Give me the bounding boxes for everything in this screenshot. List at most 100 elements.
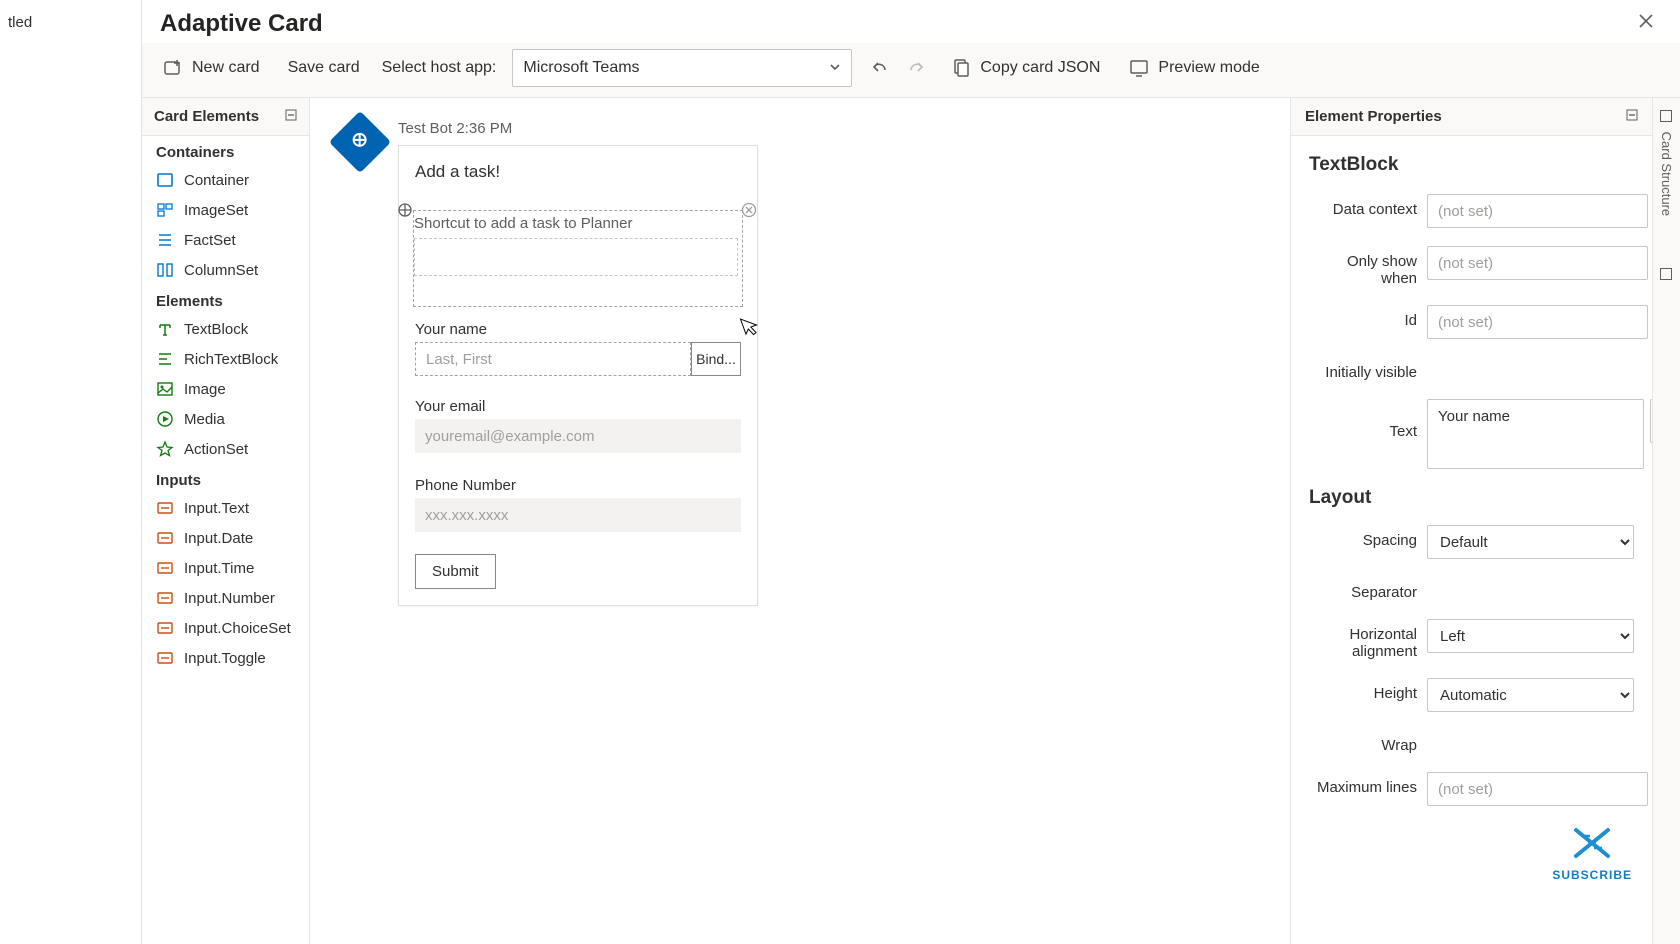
copy-icon xyxy=(950,57,972,79)
doc-tab[interactable]: tled xyxy=(0,4,40,41)
preview-icon xyxy=(1128,57,1150,79)
close-icon xyxy=(1638,13,1654,29)
prop-label-height: Height xyxy=(1309,678,1417,702)
bot-avatar xyxy=(329,111,391,173)
new-card-button[interactable]: New card xyxy=(156,53,266,83)
element-palette-item[interactable]: Input.ChoiceSet xyxy=(142,613,309,643)
prop-maxlines-input[interactable] xyxy=(1427,772,1648,806)
copy-json-button[interactable]: Copy card JSON xyxy=(944,53,1106,83)
prop-label-text: Text xyxy=(1309,399,1417,440)
element-palette-item[interactable]: Image xyxy=(142,374,309,404)
prop-onlyshow-input[interactable] xyxy=(1427,246,1648,280)
element-palette-label: FactSet xyxy=(184,232,236,249)
element-palette-item[interactable]: Input.Text xyxy=(142,493,309,523)
element-type-icon xyxy=(156,380,174,398)
element-palette-label: Input.Number xyxy=(184,590,275,607)
element-type-icon xyxy=(156,231,174,249)
remove-icon xyxy=(741,202,757,218)
email-label[interactable]: Your email xyxy=(415,398,741,415)
prop-label-id: Id xyxy=(1309,305,1417,329)
save-card-button[interactable]: Save card xyxy=(282,55,366,81)
name-label[interactable]: Your name xyxy=(415,321,741,338)
element-type-icon xyxy=(156,171,174,189)
new-card-label: New card xyxy=(192,59,260,77)
element-type-icon xyxy=(156,410,174,428)
properties-element-type: TextBlock xyxy=(1309,154,1634,176)
design-canvas[interactable]: Test Bot 2:36 PM Add a task! Shortc xyxy=(310,98,1290,944)
bind-button[interactable]: Bind... xyxy=(691,342,741,376)
card-elements-title: Card Elements xyxy=(154,108,259,125)
element-type-icon xyxy=(156,440,174,458)
prop-height-select[interactable]: Automatic xyxy=(1427,678,1634,712)
new-card-icon xyxy=(162,57,184,79)
element-palette-label: ColumnSet xyxy=(184,262,258,279)
prop-datacontext-input[interactable] xyxy=(1427,194,1648,228)
card-heading[interactable]: Add a task! xyxy=(415,162,741,182)
element-palette-item[interactable]: ColumnSet xyxy=(142,255,309,285)
phone-label[interactable]: Phone Number xyxy=(415,477,741,494)
card-elements-header: Card Elements xyxy=(142,98,309,136)
sample-data-tab[interactable] xyxy=(1657,262,1676,292)
prop-halign-select[interactable]: Left xyxy=(1427,619,1634,653)
doc-tab-strip: tled xyxy=(0,0,142,944)
preview-label: Preview mode xyxy=(1158,59,1259,77)
prop-label-wrap: Wrap xyxy=(1309,730,1417,754)
element-category: Elements xyxy=(142,285,309,314)
element-palette-item[interactable]: RichTextBlock xyxy=(142,344,309,374)
prop-id-input[interactable] xyxy=(1427,305,1648,339)
drop-slot[interactable] xyxy=(414,238,738,276)
element-palette-item[interactable]: TextBlock xyxy=(142,314,309,344)
element-type-icon xyxy=(156,649,174,667)
adaptive-card[interactable]: Add a task! Shortcut to add a task to Pl… xyxy=(398,145,758,606)
element-palette-label: Input.Time xyxy=(184,560,254,577)
remove-element-button[interactable] xyxy=(740,201,758,219)
element-palette-item[interactable]: Input.Time xyxy=(142,553,309,583)
prop-label-separator: Separator xyxy=(1309,577,1417,601)
element-palette-item[interactable]: FactSet xyxy=(142,225,309,255)
element-palette-label: ActionSet xyxy=(184,441,248,458)
element-palette-label: Input.Text xyxy=(184,500,249,517)
minus-icon xyxy=(1626,109,1638,121)
prop-text-input[interactable] xyxy=(1427,399,1644,469)
element-type-icon xyxy=(156,320,174,338)
phone-input[interactable] xyxy=(415,498,741,532)
element-palette-item[interactable]: Input.Date xyxy=(142,523,309,553)
element-type-icon xyxy=(156,619,174,637)
prop-spacing-select[interactable]: Default xyxy=(1427,525,1634,559)
toolbar: New card Save card Select host app: Micr… xyxy=(142,43,1680,98)
element-palette-label: Input.Date xyxy=(184,530,253,547)
prop-label-initiallyvisible: Initially visible xyxy=(1309,357,1417,381)
element-palette-item[interactable]: Media xyxy=(142,404,309,434)
selected-textblock[interactable]: Shortcut to add a task to Planner xyxy=(413,210,743,307)
collapse-properties-button[interactable] xyxy=(1626,108,1638,125)
element-palette-item[interactable]: ActionSet xyxy=(142,434,309,464)
host-app-value: Microsoft Teams xyxy=(523,59,639,77)
redo-button xyxy=(906,57,928,79)
element-palette-label: Input.Toggle xyxy=(184,650,266,667)
close-button[interactable] xyxy=(1630,8,1662,39)
submit-button[interactable]: Submit xyxy=(415,554,496,589)
title-bar: Adaptive Card xyxy=(142,0,1680,43)
element-palette-item[interactable]: ImageSet xyxy=(142,195,309,225)
email-input[interactable] xyxy=(415,419,741,453)
element-palette-item[interactable]: Container xyxy=(142,165,309,195)
card-structure-tab[interactable]: Card Structure xyxy=(1657,104,1676,222)
element-palette-item[interactable]: Input.Toggle xyxy=(142,643,309,673)
preview-mode-button[interactable]: Preview mode xyxy=(1122,53,1265,83)
layout-section-header: Layout xyxy=(1309,487,1634,509)
square-icon xyxy=(1660,110,1672,122)
element-type-icon xyxy=(156,499,174,517)
element-palette-label: ImageSet xyxy=(184,202,248,219)
host-app-label: Select host app: xyxy=(382,59,497,77)
element-type-icon xyxy=(156,201,174,219)
name-input[interactable] xyxy=(415,342,691,376)
drag-handle-icon[interactable] xyxy=(396,201,414,219)
host-app-select[interactable]: Microsoft Teams xyxy=(512,49,852,87)
element-type-icon xyxy=(156,559,174,577)
prop-label-maxlines: Maximum lines xyxy=(1309,772,1417,796)
undo-button[interactable] xyxy=(868,57,890,79)
element-palette-item[interactable]: Input.Number xyxy=(142,583,309,613)
prop-label-halign: Horizontal alignment xyxy=(1309,619,1417,660)
collapse-panel-button[interactable] xyxy=(285,109,297,124)
element-category: Containers xyxy=(142,136,309,165)
